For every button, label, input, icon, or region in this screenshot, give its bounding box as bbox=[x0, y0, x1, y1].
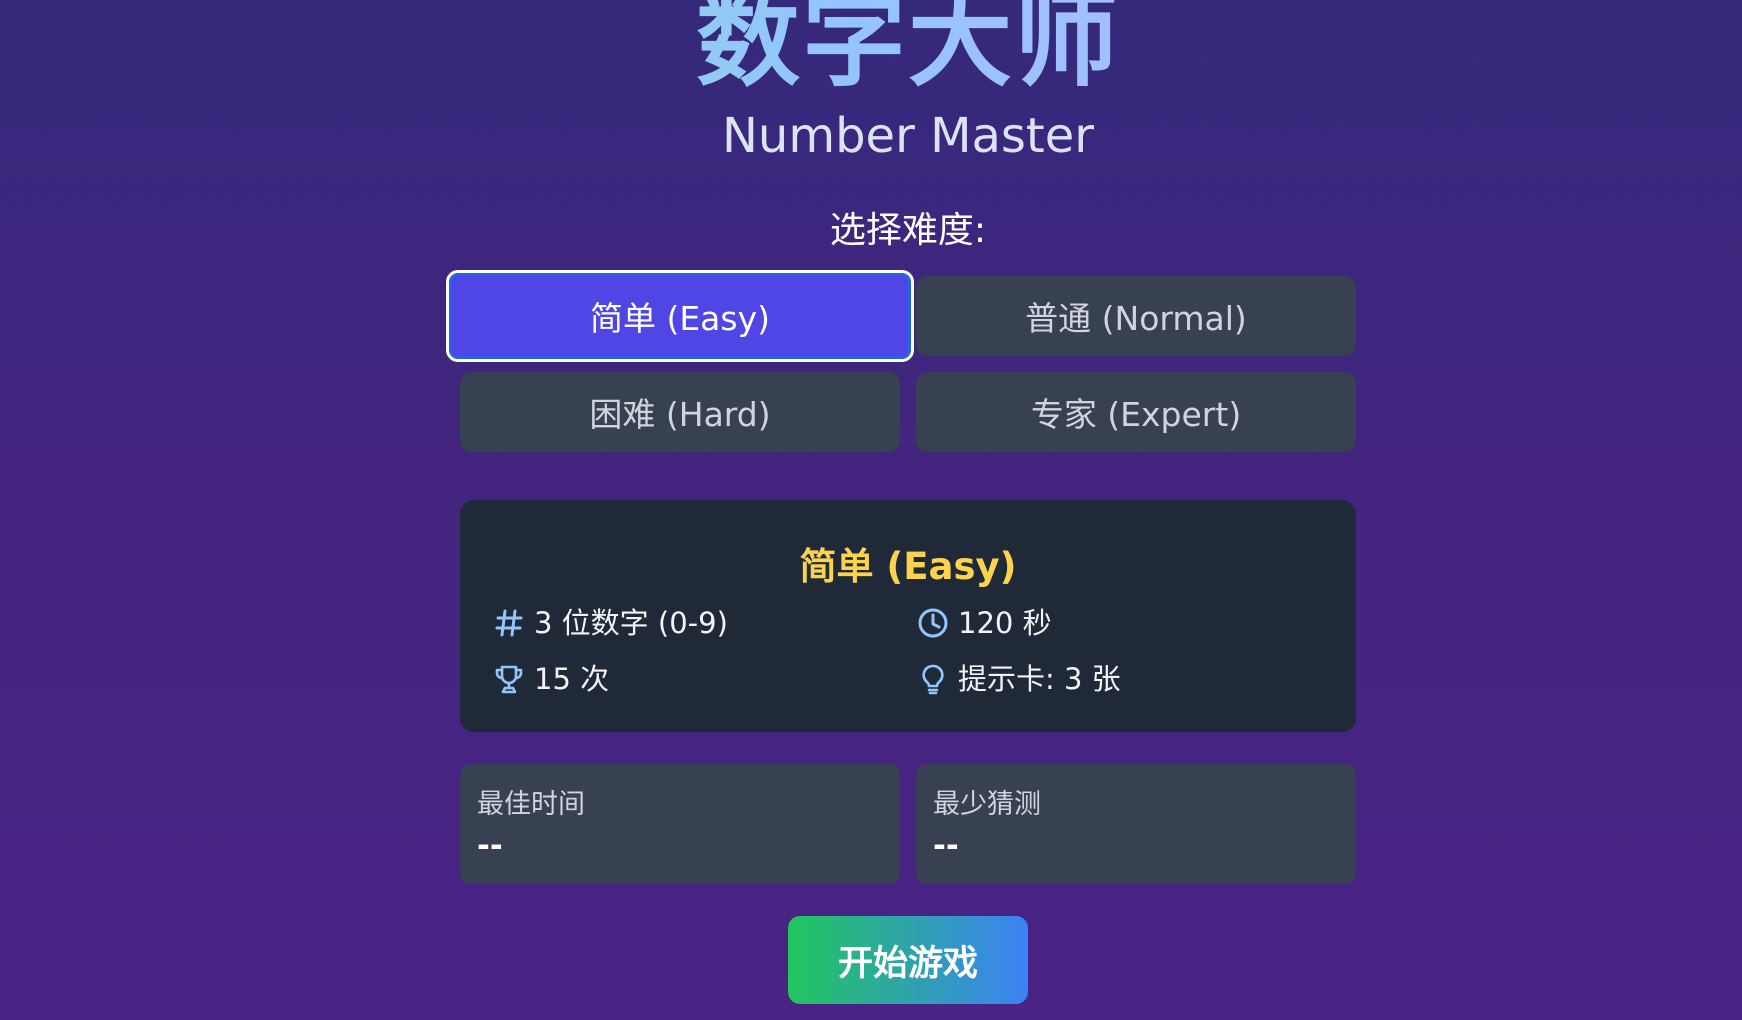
difficulty-hard-button[interactable]: 困难 (Hard) bbox=[460, 372, 900, 452]
fewest-guesses-value: -- bbox=[933, 828, 959, 864]
difficulty-label: 选择难度: bbox=[829, 210, 987, 251]
hints-text: 提示卡: 3 张 bbox=[958, 661, 1121, 696]
info-card-title: 简单 (Easy) bbox=[799, 545, 1017, 588]
fewest-guesses-label: 最少猜测 bbox=[933, 789, 1041, 820]
start-game-button[interactable]: 开始游戏 bbox=[788, 916, 1028, 1004]
game-title-english: Number Master bbox=[722, 108, 1094, 164]
time-info: 120 秒 bbox=[916, 606, 1052, 640]
time-text: 120 秒 bbox=[958, 605, 1052, 640]
trophy-icon bbox=[492, 662, 526, 696]
best-time-card: 最佳时间 -- bbox=[460, 764, 900, 884]
hints-info: 提示卡: 3 张 bbox=[916, 662, 1121, 696]
best-time-value: -- bbox=[477, 828, 503, 864]
attempts-text: 15 次 bbox=[534, 661, 610, 696]
digits-text: 3 位数字 (0-9) bbox=[534, 605, 728, 640]
game-title-chinese: 数字大师 bbox=[0, 0, 1742, 103]
hash-icon bbox=[492, 606, 526, 640]
difficulty-normal-button[interactable]: 普通 (Normal) bbox=[916, 276, 1356, 356]
attempts-info: 15 次 bbox=[492, 662, 609, 696]
difficulty-expert-button[interactable]: 专家 (Expert) bbox=[916, 372, 1356, 452]
difficulty-easy-button[interactable]: 简单 (Easy) bbox=[446, 270, 914, 362]
digits-info: 3 位数字 (0-9) bbox=[492, 606, 728, 640]
game-menu: 数字大师 Number Master 选择难度: 简单 (Easy) 普通 (N… bbox=[0, 0, 1742, 1020]
difficulty-info-card: 简单 (Easy) 3 位数字 (0-9) 120 秒 15 次 提示卡: 3 … bbox=[460, 500, 1356, 732]
lightbulb-icon bbox=[916, 662, 950, 696]
clock-icon bbox=[916, 606, 950, 640]
best-time-label: 最佳时间 bbox=[477, 789, 585, 820]
fewest-guesses-card: 最少猜测 -- bbox=[916, 764, 1356, 884]
